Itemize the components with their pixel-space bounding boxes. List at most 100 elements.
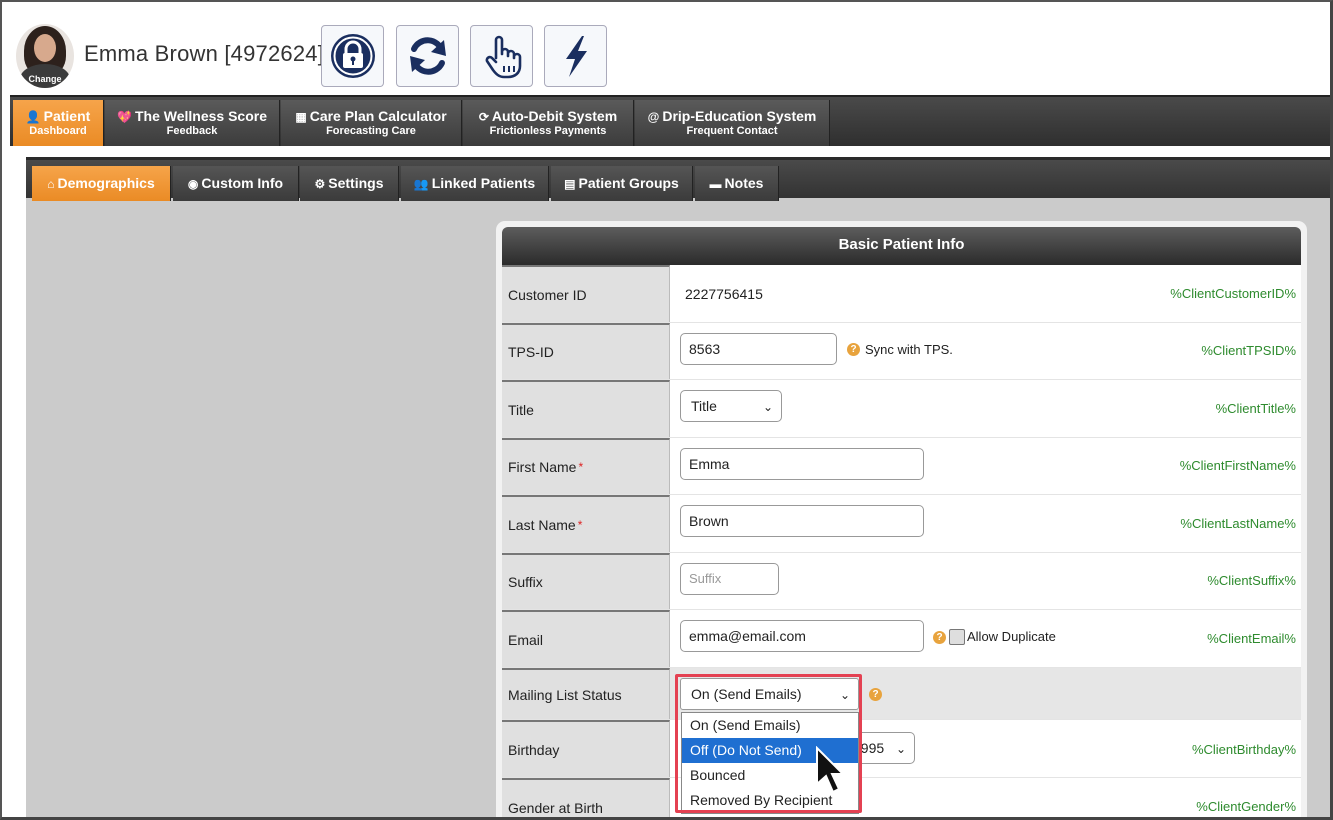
merge-variable: %ClientEmail% xyxy=(1207,631,1296,646)
field-label: Title xyxy=(502,380,670,437)
tab-label: Demographics xyxy=(57,175,155,191)
first-name-input[interactable]: Emma xyxy=(680,448,924,480)
nav-label: Patient xyxy=(43,108,91,124)
tps-id-input[interactable]: 8563 xyxy=(680,333,837,365)
row-birthday: Birthday 1995 ⌄ %ClientBirthday% xyxy=(502,720,1301,778)
nav-auto-debit[interactable]: ⟳ Auto-Debit System Frictionless Payments xyxy=(463,100,634,146)
field-label: TPS-ID xyxy=(502,323,670,379)
row-gender: Gender at Birth %ClientGender% xyxy=(502,778,1301,817)
field-label: Gender at Birth xyxy=(502,778,670,817)
chevron-down-icon: ⌄ xyxy=(895,742,906,756)
email-input[interactable]: emma@email.com xyxy=(680,620,924,652)
user-icon: 👤 xyxy=(25,110,41,124)
nav-sublabel: Frictionless Payments xyxy=(489,125,607,137)
chevron-down-icon: ⌄ xyxy=(762,400,773,414)
patient-header: Change Emma Brown [4972624] xyxy=(2,2,1330,94)
help-icon[interactable]: ? xyxy=(847,343,860,356)
last-name-input[interactable]: Brown xyxy=(680,505,924,537)
nav-drip-education[interactable]: @ Drip-Education System Frequent Contact xyxy=(635,100,830,146)
nav-patient[interactable]: 👤 Patient Dashboard xyxy=(13,100,104,146)
help-icon[interactable]: ? xyxy=(933,631,946,644)
note-icon: ▬ xyxy=(709,177,722,191)
calculator-icon: ▦ xyxy=(295,110,307,124)
help-icon[interactable]: ? xyxy=(869,688,882,701)
merge-variable: %ClientFirstName% xyxy=(1179,458,1296,473)
field-label: Customer ID xyxy=(502,265,670,322)
row-title: Title Title ⌄ %ClientTitle% xyxy=(502,380,1301,438)
tab-label: Settings xyxy=(328,175,384,191)
title-select[interactable]: Title ⌄ xyxy=(680,390,782,422)
lock-button[interactable] xyxy=(321,25,384,87)
title-select-value: Title xyxy=(691,398,717,414)
nav-wellness-score[interactable]: 💖 The Wellness Score Feedback xyxy=(105,100,280,146)
patient-name: Emma Brown [4972624] xyxy=(84,41,325,66)
row-customer-id: Customer ID 2227756415 %ClientCustomerID… xyxy=(502,265,1301,323)
group-icon: ▤ xyxy=(564,177,576,191)
panel-title: Basic Patient Info xyxy=(502,227,1301,265)
field-label: Birthday xyxy=(502,720,670,777)
users-icon: 👥 xyxy=(413,177,429,191)
touch-button[interactable] xyxy=(470,25,533,87)
target-icon: ◉ xyxy=(187,177,199,191)
allow-duplicate-checkbox[interactable] xyxy=(949,629,965,645)
field-label: Last Name * xyxy=(502,495,670,552)
avatar-change-label[interactable]: Change xyxy=(16,74,74,84)
tab-label: Patient Groups xyxy=(578,175,679,191)
tab-settings[interactable]: ⚙ Settings xyxy=(300,166,399,201)
customer-id-value: 2227756415 xyxy=(685,286,763,302)
heartbeat-icon: 💖 xyxy=(117,110,132,124)
suffix-input[interactable]: Suffix xyxy=(680,563,779,595)
row-tps-id: TPS-ID 8563 ? Sync with TPS. %ClientTPSI… xyxy=(502,323,1301,380)
refresh-icon: ⟳ xyxy=(478,110,489,124)
sub-tabs: ⌂ Demographics ◉ Custom Info ⚙ Settings 👥 Li… xyxy=(26,157,1330,201)
pointer-hand-icon xyxy=(485,35,521,79)
refresh-icon xyxy=(409,37,446,75)
tab-demographics[interactable]: ⌂ Demographics xyxy=(32,166,171,201)
field-label: Mailing List Status xyxy=(502,668,670,719)
nav-sublabel: Dashboard xyxy=(29,125,87,137)
lock-icon xyxy=(330,34,375,78)
at-icon: @ xyxy=(647,110,660,124)
row-suffix: Suffix Suffix %ClientSuffix% xyxy=(502,553,1301,610)
mouse-pointer-icon xyxy=(816,746,846,794)
nav-sublabel: Frequent Contact xyxy=(686,125,778,137)
tps-sync-note: Sync with TPS. xyxy=(865,342,953,357)
lightning-icon xyxy=(565,36,587,77)
merge-variable: %ClientGender% xyxy=(1196,799,1296,814)
main-nav: 👤 Patient Dashboard 💖 The Wellness Score F… xyxy=(10,95,1330,146)
row-email: Email emma@email.com ? Allow Duplicate %… xyxy=(502,610,1301,668)
app-window: Change Emma Brown [4972624] 👤 Patient Da… xyxy=(0,0,1333,820)
tab-patient-groups[interactable]: ▤ Patient Groups xyxy=(551,166,693,201)
merge-variable: %ClientLastName% xyxy=(1180,516,1296,531)
home-icon: ⌂ xyxy=(47,177,55,191)
nav-label: Auto-Debit System xyxy=(491,108,618,124)
nav-sublabel: Feedback xyxy=(166,125,218,137)
field-label: Email xyxy=(502,610,670,667)
merge-variable: %ClientSuffix% xyxy=(1207,573,1296,588)
gear-icon: ⚙ xyxy=(314,177,326,191)
nav-care-plan[interactable]: ▦ Care Plan Calculator Forecasting Care xyxy=(281,100,462,146)
tab-custom-info[interactable]: ◉ Custom Info xyxy=(173,166,299,201)
merge-variable: %ClientTPSID% xyxy=(1201,343,1296,358)
nav-sublabel: Forecasting Care xyxy=(326,125,416,137)
field-label: Suffix xyxy=(502,553,670,609)
avatar[interactable]: Change xyxy=(16,24,74,88)
refresh-button[interactable] xyxy=(396,25,459,87)
row-last-name: Last Name * Brown %ClientLastName% xyxy=(502,495,1301,553)
quick-action-button[interactable] xyxy=(544,25,607,87)
field-label: First Name * xyxy=(502,438,670,494)
tab-notes[interactable]: ▬ Notes xyxy=(695,166,779,201)
basic-info-panel: Basic Patient Info Customer ID 222775641… xyxy=(496,221,1307,817)
merge-variable: %ClientBirthday% xyxy=(1191,742,1296,757)
nav-label: Care Plan Calculator xyxy=(309,108,447,124)
tab-label: Notes xyxy=(724,175,764,191)
allow-duplicate-label: Allow Duplicate xyxy=(967,629,1056,644)
tab-label: Custom Info xyxy=(201,175,284,191)
tab-label: Linked Patients xyxy=(431,175,536,191)
row-first-name: First Name * Emma %ClientFirstName% xyxy=(502,438,1301,495)
row-mailing-list: Mailing List Status On (Send Emails) ⌄ ? xyxy=(502,668,1301,720)
tab-linked-patients[interactable]: 👥 Linked Patients xyxy=(401,166,549,201)
nav-label: Drip-Education System xyxy=(662,108,817,124)
merge-variable: %ClientTitle% xyxy=(1215,401,1296,416)
nav-label: The Wellness Score xyxy=(134,108,267,124)
